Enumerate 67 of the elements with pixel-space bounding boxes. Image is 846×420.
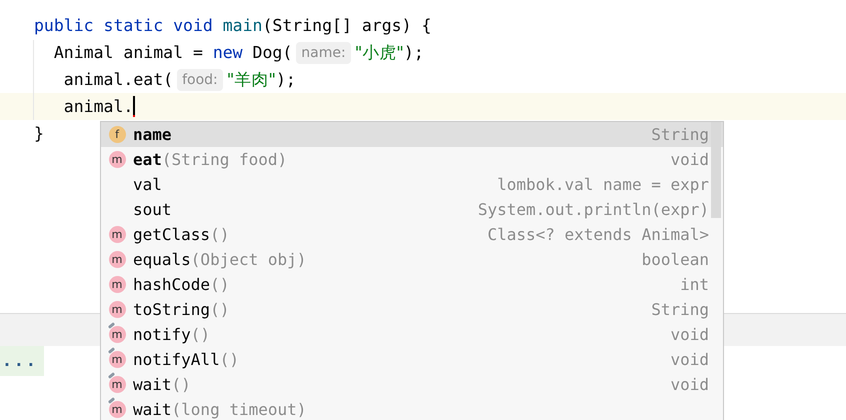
item-name: eat <box>133 150 162 169</box>
item-type: lombok.val name = expr <box>497 175 709 194</box>
item-parameters: () <box>220 350 239 369</box>
item-name: toString <box>133 300 210 319</box>
item-parameters: (String food) <box>162 150 288 169</box>
parameter-hint: food: <box>177 68 223 90</box>
method-icon: m <box>108 276 126 293</box>
folded-code-marker[interactable]: ... <box>0 346 44 376</box>
item-parameters: () <box>210 225 230 244</box>
method-icon: m <box>108 151 126 168</box>
item-type: String <box>651 125 709 144</box>
code-text: animal. <box>62 96 134 118</box>
string-literal: "羊肉" <box>226 69 276 91</box>
item-type: System.out.println(expr) <box>478 200 709 219</box>
keyword: new <box>212 42 243 64</box>
code-text: Animal animal = <box>52 42 204 64</box>
completion-item[interactable]: m wait(long timeout) <box>101 397 723 420</box>
item-type: String <box>651 300 709 319</box>
completion-item[interactable]: sout System.out.println(expr) <box>101 197 723 222</box>
item-type: void <box>670 325 709 344</box>
completion-item[interactable]: m notifyAll() void <box>101 347 723 372</box>
parameter-hint: name: <box>296 42 351 64</box>
code-text: Dog( <box>252 42 292 64</box>
item-name: wait <box>133 375 172 394</box>
keyword: public static void <box>34 15 214 37</box>
item-name: equals <box>133 250 191 269</box>
code-text: animal.eat( <box>62 69 174 91</box>
item-type: Class<? extends Animal> <box>487 225 709 244</box>
item-type: void <box>670 375 709 394</box>
string-literal: "小虎" <box>354 42 404 64</box>
completion-item[interactable]: m hashCode() int <box>101 272 723 297</box>
item-parameters: (long timeout) <box>172 400 306 419</box>
item-name: notifyAll <box>133 350 220 369</box>
completion-item[interactable]: val lombok.val name = expr <box>101 172 723 197</box>
code-text: } <box>34 123 44 145</box>
item-name: sout <box>133 200 172 219</box>
field-icon: f <box>108 126 126 143</box>
code-text: (String[] args) { <box>262 15 432 37</box>
method-icon: m <box>108 251 126 268</box>
item-parameters: () <box>210 275 230 294</box>
method-name: main <box>222 15 262 37</box>
item-name: notify <box>133 325 191 344</box>
scrollbar-thumb[interactable] <box>711 122 721 218</box>
completion-item[interactable]: m notify() void <box>101 322 723 347</box>
method-icon: m <box>108 226 126 243</box>
item-type: void <box>670 150 709 169</box>
completion-item[interactable]: f name String <box>101 122 723 147</box>
item-parameters: () <box>210 300 230 319</box>
item-name: wait <box>133 400 172 419</box>
method-icon: m <box>108 301 126 318</box>
item-parameters: () <box>190 325 210 344</box>
completion-item[interactable]: m toString() String <box>101 297 723 322</box>
code-text: ); <box>404 42 424 64</box>
completion-item[interactable]: m equals(Object obj) boolean <box>101 247 723 272</box>
item-parameters: (Object obj) <box>190 250 306 269</box>
item-name: hashCode <box>133 275 210 294</box>
item-type: void <box>670 350 709 369</box>
item-type: int <box>680 275 709 294</box>
item-parameters: () <box>172 375 191 394</box>
item-name: getClass <box>133 225 210 244</box>
completion-item[interactable]: m wait() void <box>101 372 723 397</box>
item-name: name <box>133 125 172 144</box>
item-type: boolean <box>642 250 709 269</box>
item-name: val <box>133 175 162 194</box>
completion-item[interactable]: m getClass() Class<? extends Animal> <box>101 222 723 247</box>
completion-item[interactable]: m eat(String food) void <box>101 147 723 172</box>
code-text: ); <box>276 69 296 91</box>
